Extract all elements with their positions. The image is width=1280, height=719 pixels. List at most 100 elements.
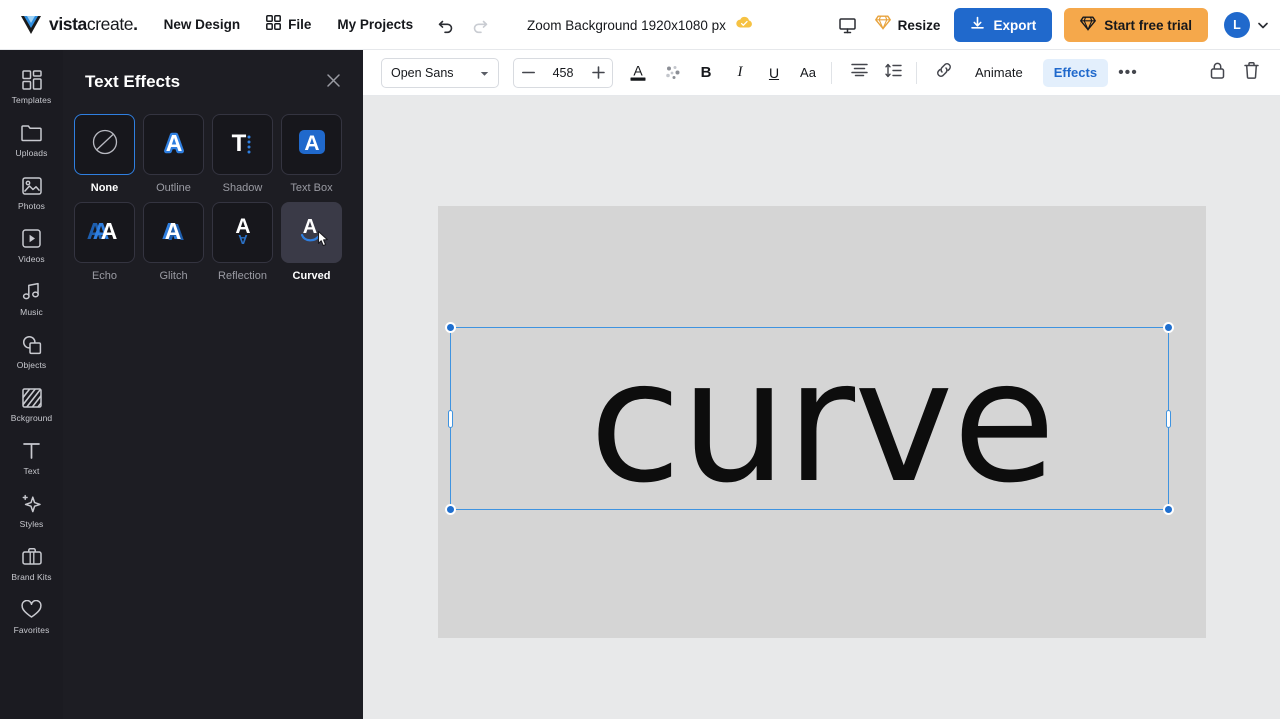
text-color-button[interactable]: A	[623, 58, 653, 88]
redo-icon[interactable]	[471, 16, 489, 34]
svg-text:A: A	[304, 132, 319, 155]
close-icon[interactable]	[326, 73, 341, 92]
vistacreate-logo-icon	[20, 15, 42, 35]
link-icon	[935, 61, 953, 84]
chevron-down-icon[interactable]	[1258, 16, 1268, 34]
delete-button[interactable]	[1236, 58, 1266, 88]
svg-text:A: A	[100, 218, 117, 244]
effect-label: Outline	[156, 182, 191, 194]
sidebar-item-text[interactable]: Text	[0, 431, 63, 484]
bold-label: B	[700, 64, 712, 81]
effect-option-shadow[interactable]: T Shadow	[212, 114, 273, 194]
video-icon	[22, 228, 41, 250]
panel-header: Text Effects	[63, 50, 363, 92]
italic-button[interactable]: I	[725, 58, 755, 88]
effect-option-none[interactable]: None	[74, 114, 135, 194]
case-label: Aa	[800, 65, 816, 80]
sidebar-item-label: Templates	[11, 94, 52, 105]
resize-handle-top-left[interactable]	[445, 322, 456, 333]
avatar[interactable]: L	[1224, 12, 1250, 38]
vistacreate-logo[interactable]: vistacreate.	[20, 14, 138, 35]
glitch-a-icon: A A A	[156, 215, 192, 250]
text-case-button[interactable]: Aa	[793, 58, 823, 88]
start-free-trial-button[interactable]: Start free trial	[1064, 8, 1208, 42]
styles-sparkle-icon	[21, 493, 42, 515]
sidebar-item-templates[interactable]: Templates	[0, 60, 63, 113]
font-size-input[interactable]	[542, 65, 584, 80]
folder-icon	[21, 122, 42, 144]
resize-handle-left[interactable]	[448, 409, 453, 428]
effect-option-curved[interactable]: A Curved	[281, 202, 342, 282]
curved-a-icon: A	[295, 214, 329, 251]
link-button[interactable]	[929, 58, 959, 88]
resize-handle-bottom-right[interactable]	[1163, 504, 1174, 515]
text-box-a-icon: A	[297, 127, 327, 162]
export-button[interactable]: Export	[954, 8, 1053, 42]
effect-thumb: A A	[212, 202, 273, 263]
sidebar-item-videos[interactable]: Videos	[0, 219, 63, 272]
resize-handle-right[interactable]	[1166, 409, 1171, 428]
my-projects-button[interactable]: My Projects	[337, 17, 413, 32]
resize-handle-top-right[interactable]	[1163, 322, 1174, 333]
effect-option-echo[interactable]: A A A Echo	[74, 202, 135, 282]
sidebar-item-photos[interactable]: Photos	[0, 166, 63, 219]
effect-option-text-box[interactable]: A Text Box	[281, 114, 342, 194]
sidebar-item-label: Favorites	[13, 624, 50, 635]
more-options-button[interactable]: •••	[1108, 64, 1148, 82]
sidebar-item-styles[interactable]: Styles	[0, 484, 63, 537]
underline-button[interactable]: U	[759, 58, 789, 88]
effect-thumb: T	[212, 114, 273, 175]
lock-icon	[1209, 61, 1226, 85]
sidebar-item-music[interactable]: Music	[0, 272, 63, 325]
document-title[interactable]: Zoom Background 1920x1080 px	[527, 18, 726, 33]
effect-label: Reflection	[218, 270, 267, 282]
font-size-increase-button[interactable]	[584, 59, 612, 87]
effect-option-reflection[interactable]: A A Reflection	[212, 202, 273, 282]
color-palette-button[interactable]	[657, 58, 687, 88]
effect-label: Shadow	[222, 182, 263, 194]
chevron-down-icon	[480, 66, 489, 80]
svg-text:A: A	[165, 130, 182, 156]
resize-button[interactable]: Resize	[874, 15, 940, 35]
sidebar-item-favorites[interactable]: Favorites	[0, 590, 63, 643]
effects-grid: None A A Outline T Shadow A Text Box A A…	[63, 92, 363, 282]
cloud-saved-icon	[736, 16, 753, 34]
effect-option-outline[interactable]: A A Outline	[143, 114, 204, 194]
present-icon[interactable]	[838, 16, 857, 35]
text-toolbar: Open Sans A	[363, 50, 1280, 96]
effect-label: Echo	[91, 270, 118, 282]
font-size-decrease-button[interactable]	[514, 59, 542, 87]
align-button[interactable]	[844, 58, 874, 88]
photo-icon	[21, 175, 42, 197]
sidebar-item-uploads[interactable]: Uploads	[0, 113, 63, 166]
sidebar-item-brand-kits[interactable]: Brand Kits	[0, 537, 63, 590]
svg-text:T: T	[231, 130, 246, 157]
sidebar-item-label: Text	[23, 465, 40, 476]
lock-button[interactable]	[1202, 58, 1232, 88]
canvas-workspace[interactable]: curve	[363, 96, 1280, 719]
line-spacing-button[interactable]	[878, 58, 908, 88]
bold-button[interactable]: B	[691, 58, 721, 88]
header-actions: Resize Export Start free trial L	[838, 0, 1268, 50]
start-free-trial-label: Start free trial	[1104, 17, 1192, 33]
diamond-premium-icon	[874, 15, 891, 35]
effect-label: Glitch	[159, 270, 188, 282]
effect-option-glitch[interactable]: A A A Glitch	[143, 202, 204, 282]
effects-button[interactable]: Effects	[1042, 58, 1109, 87]
design-canvas[interactable]: curve	[438, 206, 1206, 638]
file-menu-button[interactable]: File	[266, 14, 311, 35]
animate-button[interactable]: Animate	[965, 59, 1033, 87]
sidebar-item-objects[interactable]: Objects	[0, 325, 63, 378]
undo-icon[interactable]	[437, 16, 455, 34]
effect-label: Curved	[292, 270, 331, 282]
font-family-select[interactable]: Open Sans	[381, 57, 499, 88]
sidebar-item-label: Bckground	[10, 412, 53, 423]
toolbar-divider	[916, 61, 917, 84]
canvas-text-element[interactable]: curve	[438, 338, 1206, 506]
effect-thumb: A	[281, 202, 342, 263]
sidebar-item-background[interactable]: Bckground	[0, 378, 63, 431]
svg-text:A: A	[633, 63, 643, 79]
resize-handle-bottom-left[interactable]	[445, 504, 456, 515]
new-design-button[interactable]: New Design	[164, 17, 241, 32]
templates-icon	[21, 69, 42, 91]
